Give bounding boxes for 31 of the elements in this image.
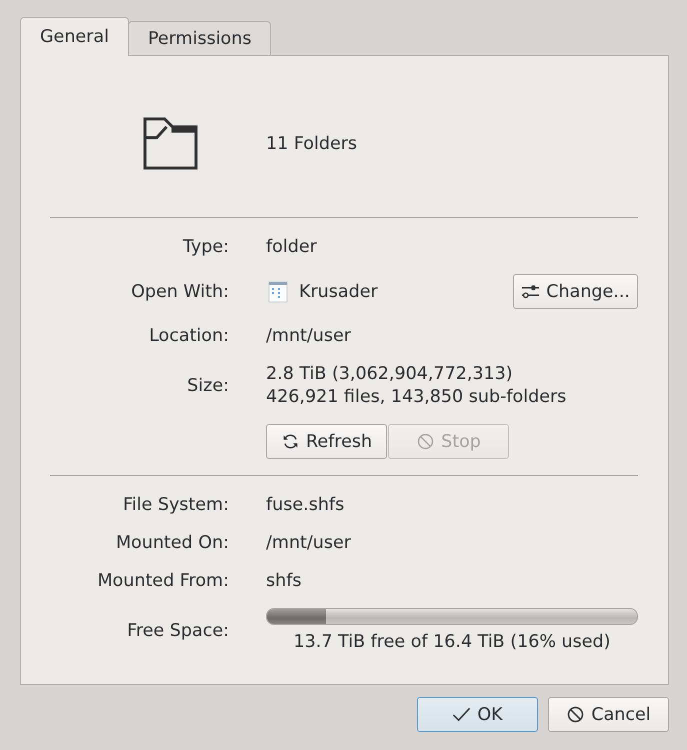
app-name: Krusader xyxy=(299,280,378,302)
refresh-icon xyxy=(280,433,300,450)
field-label: Mounted On: xyxy=(116,532,229,554)
field-label: Free Space: xyxy=(127,620,229,642)
field-value: folder xyxy=(266,236,318,258)
field-label: Open With: xyxy=(131,280,229,302)
app-icon xyxy=(268,280,288,302)
field-label: Location: xyxy=(149,325,229,347)
folder-icon xyxy=(143,117,198,170)
field-label: Size: xyxy=(187,374,229,396)
ok-button[interactable]: OK xyxy=(417,697,538,732)
field-label: Mounted From: xyxy=(97,570,229,592)
field-value: /mnt/user xyxy=(266,532,352,554)
field-label: File System: xyxy=(123,494,229,516)
tab[interactable]: Permissions xyxy=(128,21,272,55)
check-icon xyxy=(452,706,472,723)
sliders-icon xyxy=(521,283,540,300)
folder-count: 11 Folders xyxy=(266,132,358,154)
change-button[interactable]: Change... xyxy=(513,274,638,309)
stop-icon xyxy=(416,433,436,450)
cancel-icon xyxy=(566,706,586,723)
free-space-caption: 13.7 TiB free of 16.4 TiB (16% used) xyxy=(294,631,610,653)
field-label: Type: xyxy=(182,236,229,258)
field-value: 2.8 TiB (3,062,904,772,313) xyxy=(266,363,513,385)
field-value: shfs xyxy=(266,570,302,592)
tab[interactable]: General xyxy=(20,17,129,56)
field-value: fuse.shfs xyxy=(266,494,346,516)
refresh-button[interactable]: Refresh xyxy=(266,424,387,459)
cancel-button[interactable]: Cancel xyxy=(548,697,669,732)
field-value: 426,921 files, 143,850 sub-folders xyxy=(266,386,566,408)
field-value: /mnt/user xyxy=(266,325,352,347)
